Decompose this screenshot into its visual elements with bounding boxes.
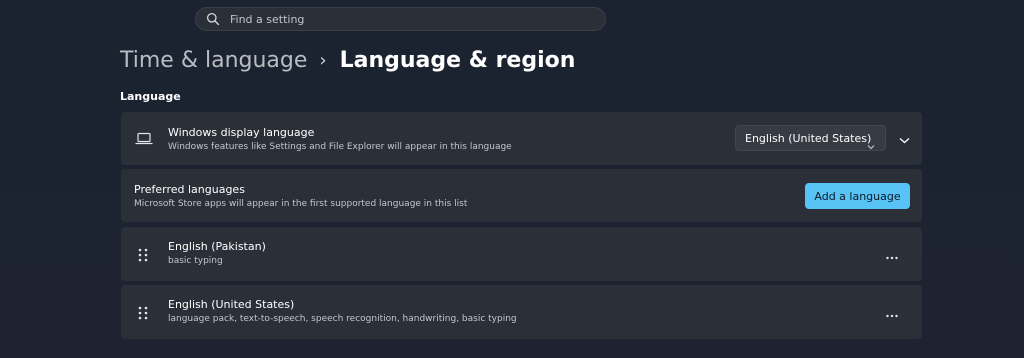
more-icon xyxy=(886,303,898,322)
page-title: Language & region xyxy=(339,47,576,73)
language-name: English (United States) xyxy=(168,298,295,311)
display-language-card: Windows display language Windows feature… xyxy=(121,112,922,165)
preferred-languages-title: Preferred languages xyxy=(134,183,245,196)
chevron-down-icon xyxy=(867,135,875,150)
chevron-down-icon xyxy=(899,129,910,148)
section-title: Language xyxy=(120,90,181,103)
search-icon xyxy=(206,12,220,26)
display-language-dropdown[interactable]: English (United States) xyxy=(735,125,886,151)
language-item[interactable]: English (United States) language pack, t… xyxy=(121,285,922,339)
add-language-button[interactable]: Add a language xyxy=(805,183,910,209)
language-features: basic typing xyxy=(168,256,223,266)
expand-chevron-button[interactable] xyxy=(891,125,917,151)
display-language-description: Windows features like Settings and File … xyxy=(168,142,512,152)
search-input[interactable] xyxy=(228,11,592,27)
display-language-selected: English (United States) xyxy=(745,131,872,145)
language-features: language pack, text-to-speech, speech re… xyxy=(168,314,517,324)
laptop-icon xyxy=(135,131,153,145)
preferred-languages-card: Preferred languages Microsoft Store apps… xyxy=(121,169,922,222)
preferred-languages-description: Microsoft Store apps will appear in the … xyxy=(134,199,468,209)
more-icon xyxy=(886,245,898,264)
language-name: English (Pakistan) xyxy=(168,240,266,253)
more-options-button[interactable] xyxy=(879,243,905,265)
breadcrumb-parent-link[interactable]: Time & language xyxy=(120,48,307,73)
search-box[interactable] xyxy=(195,7,606,31)
drag-handle-icon[interactable] xyxy=(138,247,148,262)
breadcrumb: Time & language › Language & region xyxy=(120,44,575,76)
language-item[interactable]: English (Pakistan) basic typing xyxy=(121,227,922,281)
breadcrumb-separator: › xyxy=(319,49,327,71)
more-options-button[interactable] xyxy=(879,301,905,323)
display-language-title: Windows display language xyxy=(168,126,315,139)
drag-handle-icon[interactable] xyxy=(138,305,148,320)
